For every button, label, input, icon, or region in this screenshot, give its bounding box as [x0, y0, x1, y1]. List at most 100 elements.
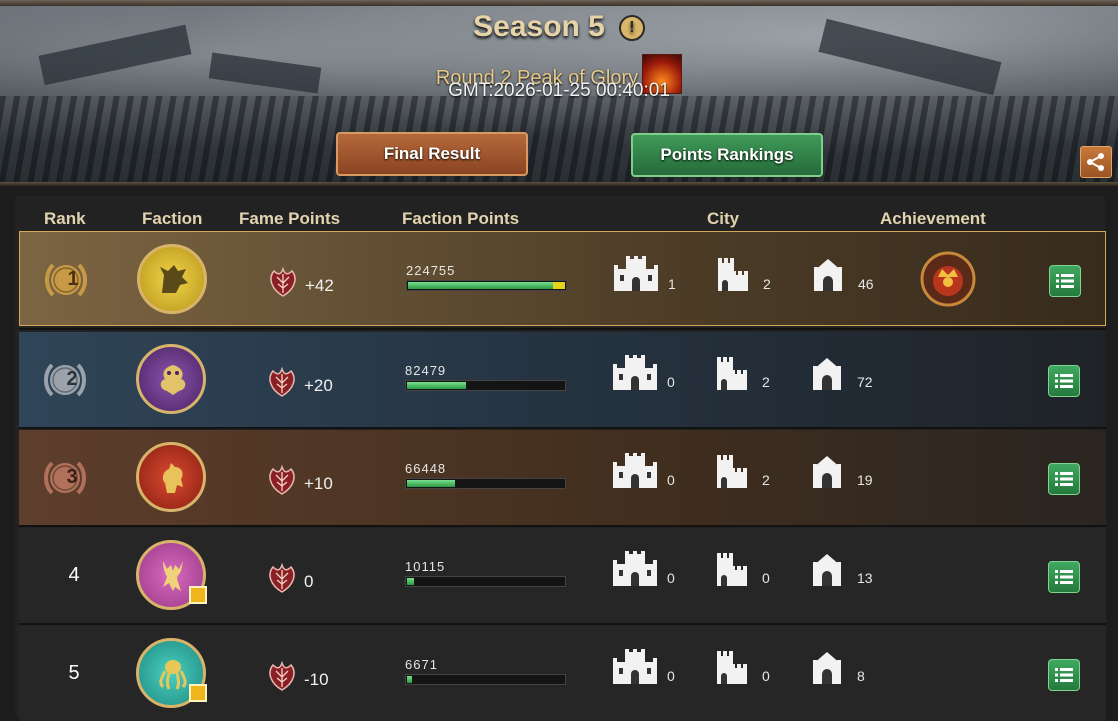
- city-count-tower: 2: [762, 472, 770, 488]
- faction-points-value: 66448: [405, 461, 447, 476]
- season-banner: Season 5! Round 2 Peak of Glory GMT:2026…: [0, 0, 1118, 186]
- row-details-button[interactable]: [1048, 561, 1080, 593]
- ranking-row[interactable]: 5 -10 6671 0 0 8: [19, 626, 1106, 721]
- list-icon: [1055, 373, 1073, 389]
- ranking-row[interactable]: 4 0 10115 0 0 13: [19, 528, 1106, 623]
- city-count-small: 13: [857, 570, 873, 586]
- fame-leaf-icon: [265, 659, 299, 693]
- column-header-rank: Rank: [44, 209, 86, 228]
- faction-tag-badge: [189, 684, 207, 702]
- small-fortress-icon: [803, 550, 851, 590]
- row-divider: [19, 328, 1106, 330]
- faction-points-bar-fill: [407, 382, 466, 389]
- faction-points-bar-fill: [407, 480, 455, 487]
- city-count-small: 72: [857, 374, 873, 390]
- faction-crest[interactable]: [137, 244, 207, 314]
- faction-tag-badge: [189, 586, 207, 604]
- final-result-button[interactable]: Final Result: [336, 132, 528, 176]
- large-fortress-icon: [611, 550, 659, 590]
- faction-points-bar-fill: [407, 578, 414, 585]
- tower-fortress-icon: [707, 550, 755, 590]
- city-count-large: 0: [667, 472, 675, 488]
- small-fortress-icon: [803, 452, 851, 492]
- faction-points-bar: [405, 576, 566, 587]
- fame-points-value: +10: [304, 474, 333, 493]
- small-fortress-icon: [803, 354, 851, 394]
- fame-points-value: -10: [304, 670, 329, 689]
- faction-points-value: 82479: [405, 363, 447, 378]
- row-details-button[interactable]: [1049, 265, 1081, 297]
- column-header-faction: Faction: [142, 209, 203, 228]
- faction-points-bar: [405, 478, 566, 489]
- faction-points-bar: [406, 280, 567, 291]
- row-details-button[interactable]: [1048, 659, 1080, 691]
- ranking-row[interactable]: 3 +10 66448 0 2 19: [19, 430, 1106, 525]
- small-fortress-icon: [803, 648, 851, 688]
- banner-frame-top: [0, 0, 1118, 6]
- row-divider: [19, 525, 1106, 527]
- share-button[interactable]: [1080, 146, 1112, 178]
- faction-points-value: 10115: [405, 559, 446, 574]
- tower-fortress-icon: [707, 452, 755, 492]
- city-count-tower: 0: [762, 668, 770, 684]
- wolf-crest-icon: [160, 265, 188, 293]
- faction-points-bar-cap: [553, 282, 565, 289]
- list-icon: [1055, 569, 1073, 585]
- share-icon: [1087, 153, 1104, 171]
- tower-fortress-icon: [707, 648, 755, 688]
- rank-number: 5: [68, 662, 80, 684]
- fame-leaf-icon: [265, 365, 299, 399]
- faction-crest[interactable]: [136, 442, 206, 512]
- fame-leaf-icon: [265, 463, 299, 497]
- fame-leaf-icon: [265, 561, 299, 595]
- large-fortress-icon: [612, 255, 660, 295]
- rank-number: 4: [68, 564, 80, 586]
- gmt-clock: GMT:2026-01-25 00:40:01: [448, 80, 670, 101]
- faction-points-value: 6671: [405, 657, 438, 672]
- city-count-large: 1: [668, 276, 676, 292]
- large-fortress-icon: [611, 452, 659, 492]
- faction-points-bar-fill: [407, 676, 412, 683]
- faction-points-bar: [405, 380, 566, 391]
- rank-number: 2: [66, 368, 78, 390]
- season-title: Season 5!: [0, 10, 1118, 44]
- large-fortress-icon: [611, 354, 659, 394]
- city-count-tower: 0: [762, 570, 770, 586]
- rank-number: 3: [66, 466, 78, 488]
- column-header-city: City: [707, 209, 740, 228]
- city-count-large: 0: [667, 668, 675, 684]
- tower-fortress-icon: [708, 255, 756, 295]
- faction-crest[interactable]: [136, 344, 206, 414]
- small-fortress-icon: [804, 255, 852, 295]
- row-divider: [19, 427, 1106, 429]
- faction-points-value: 224755: [406, 263, 456, 278]
- city-count-tower: 2: [762, 374, 770, 390]
- list-icon: [1055, 667, 1073, 683]
- list-icon: [1056, 273, 1074, 289]
- city-count-small: 19: [857, 472, 873, 488]
- row-details-button[interactable]: [1048, 463, 1080, 495]
- points-rankings-button[interactable]: Points Rankings: [631, 133, 823, 177]
- city-count-small: 8: [857, 668, 865, 684]
- rank-number: 1: [67, 268, 79, 290]
- banner-frame-bottom: [0, 182, 1118, 186]
- column-header-achievement: Achievement: [880, 209, 986, 228]
- large-fortress-icon: [611, 648, 659, 688]
- list-icon: [1055, 471, 1073, 487]
- fame-points-value: 0: [304, 572, 314, 591]
- city-count-small: 46: [858, 276, 874, 292]
- fame-leaf-icon: [266, 265, 300, 299]
- tower-fortress-icon: [707, 354, 755, 394]
- city-count-tower: 2: [763, 276, 771, 292]
- flaming-crown-medal-icon[interactable]: [920, 251, 976, 307]
- exclamation-info-icon[interactable]: !: [618, 15, 645, 41]
- stag-crest-icon: [163, 561, 183, 591]
- faction-points-bar: [405, 674, 566, 685]
- column-header-faction-points: Faction Points: [402, 209, 520, 228]
- ranking-row[interactable]: 2 +20 82479 0 2 72: [19, 332, 1106, 427]
- dragon-crest-icon: [160, 365, 186, 395]
- row-divider: [19, 623, 1106, 625]
- ranking-row[interactable]: 1 +42 224755 1 2 46: [19, 231, 1106, 326]
- row-details-button[interactable]: [1048, 365, 1080, 397]
- city-count-large: 0: [667, 570, 675, 586]
